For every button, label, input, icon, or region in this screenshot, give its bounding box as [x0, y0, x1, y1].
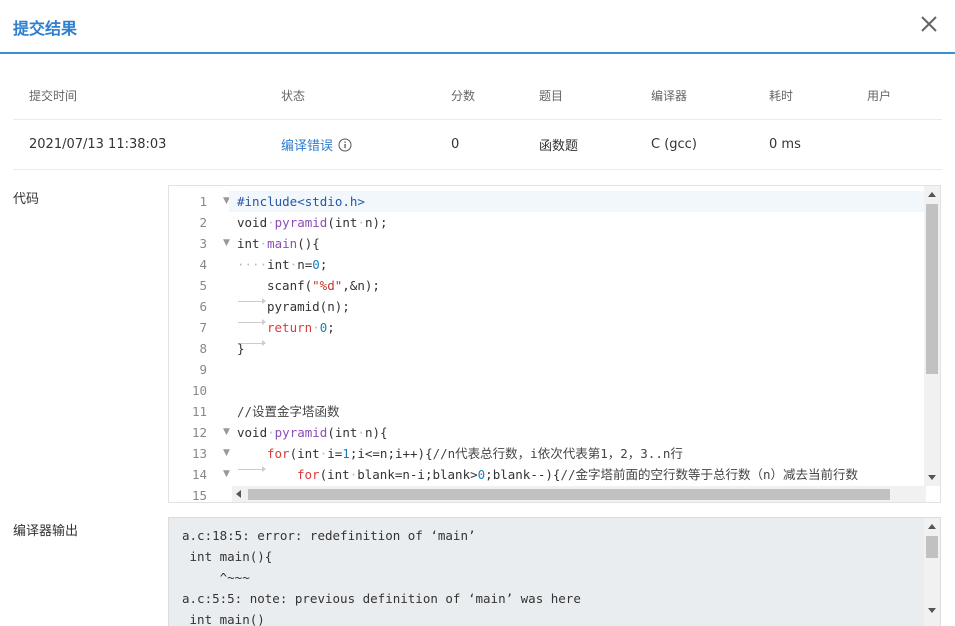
- fold-arrow-icon[interactable]: ▼: [223, 443, 230, 464]
- code-line: pyramid(n);: [238, 299, 350, 325]
- line-number: 8: [199, 341, 207, 356]
- line-number: 15: [191, 488, 207, 503]
- code-horizontal-scrollbar[interactable]: [232, 486, 926, 502]
- submit-time: 2021/07/13 11:38:03: [29, 137, 167, 152]
- code-line: for(int·blank=n-i;blank>0;blank--){//金字塔…: [238, 467, 859, 493]
- code-line: void·pyramid(int·n);: [237, 215, 388, 230]
- compiler: C (gcc): [651, 137, 697, 152]
- info-icon[interactable]: [338, 138, 352, 152]
- code-text: #include<stdio.h>: [237, 194, 365, 209]
- scroll-down-icon[interactable]: [928, 608, 936, 613]
- col-compiler: 编译器: [651, 89, 688, 103]
- status-link[interactable]: 编译错误: [281, 135, 352, 154]
- line-number: 3: [199, 236, 207, 251]
- scroll-up-icon[interactable]: [928, 192, 936, 197]
- line-number: 9: [199, 362, 207, 377]
- compiler-output-panel[interactable]: a.c:18:5: error: redefinition of ‘main’ …: [168, 517, 941, 626]
- code-editor[interactable]: 1 2 3 4 5 6 7 8 9 10 11 12 13 14 15 ▼ ▼ …: [168, 185, 941, 503]
- line-number: 11: [191, 404, 207, 419]
- dialog-header: 提交结果: [0, 0, 955, 54]
- line-number: 6: [199, 299, 207, 314]
- table-header-row: 提交时间 状态 分数 题目 编译器 耗时 用户: [13, 72, 942, 120]
- code-line: void·pyramid(int·n){: [237, 425, 388, 440]
- output-line: a.c:5:5: note: previous definition of ‘m…: [182, 591, 581, 606]
- code-label: 代码: [13, 192, 40, 207]
- result-table: 提交时间 状态 分数 题目 编译器 耗时 用户 2021/07/13 11:38…: [13, 72, 942, 170]
- duration: 0 ms: [769, 137, 801, 152]
- line-number: 4: [199, 257, 207, 272]
- score: 0: [451, 137, 460, 152]
- table-row: 2021/07/13 11:38:03 编译错误 0 函数题 C (gcc) 0…: [13, 120, 942, 170]
- line-number: 13: [191, 446, 207, 461]
- scroll-left-icon[interactable]: [236, 490, 241, 498]
- code-vertical-scrollbar[interactable]: [924, 186, 940, 486]
- line-number: 7: [199, 320, 207, 335]
- output-line: a.c:18:5: error: redefinition of ‘main’: [182, 528, 476, 543]
- code-line: scanf("%d",&n);: [238, 278, 380, 304]
- code-line: #include<stdio.h>: [229, 191, 925, 212]
- fold-arrow-icon[interactable]: ▼: [223, 464, 230, 485]
- col-score: 分数: [451, 89, 476, 103]
- scroll-down-icon[interactable]: [928, 475, 936, 480]
- close-icon[interactable]: [917, 12, 941, 36]
- line-number: 2: [199, 215, 207, 230]
- status-cell: 编译错误: [281, 120, 352, 169]
- output-line: int main(): [182, 612, 265, 626]
- output-line: int main(){: [182, 549, 273, 564]
- status-text: 编译错误: [281, 139, 334, 154]
- line-number: 14: [191, 467, 207, 482]
- compiler-output-label: 编译器输出: [13, 524, 79, 539]
- code-content[interactable]: #include<stdio.h> void·pyramid(int·n); i…: [229, 191, 925, 502]
- scroll-up-icon[interactable]: [928, 524, 936, 529]
- col-submit-time: 提交时间: [29, 89, 78, 103]
- scrollbar-thumb[interactable]: [926, 204, 938, 374]
- code-line: ····int·n=0;: [237, 257, 328, 272]
- dialog-title: 提交结果: [13, 19, 78, 38]
- scrollbar-thumb[interactable]: [926, 536, 938, 558]
- col-user: 用户: [867, 89, 892, 103]
- line-number: 12: [191, 425, 207, 440]
- code-line: }: [237, 341, 245, 356]
- line-number: 10: [191, 383, 207, 398]
- fold-arrow-icon[interactable]: ▼: [223, 233, 230, 254]
- col-duration: 耗时: [769, 89, 794, 103]
- code-line: int·main(){: [237, 236, 320, 251]
- code-line: for(int·i=1;i<=n;i++){//n代表总行数，i依次代表第1，2…: [238, 446, 683, 472]
- line-gutter: 1 2 3 4 5 6 7 8 9 10 11 12 13 14 15 ▼ ▼ …: [169, 186, 230, 503]
- col-status: 状态: [281, 89, 306, 103]
- problem-type: 函数题: [539, 139, 579, 154]
- code-line: //设置金字塔函数: [237, 401, 925, 422]
- fold-arrow-icon[interactable]: ▼: [223, 422, 230, 443]
- code-line: return·0;: [238, 320, 335, 346]
- output-vertical-scrollbar[interactable]: [924, 518, 940, 626]
- scrollbar-thumb[interactable]: [248, 489, 890, 500]
- code-comment: //设置金字塔函数: [237, 404, 340, 419]
- output-line: ^~~~: [182, 570, 250, 585]
- col-problem: 题目: [539, 89, 564, 103]
- compiler-output-text: a.c:18:5: error: redefinition of ‘main’ …: [182, 525, 581, 626]
- line-number: 5: [199, 278, 207, 293]
- line-number: 1: [199, 194, 207, 209]
